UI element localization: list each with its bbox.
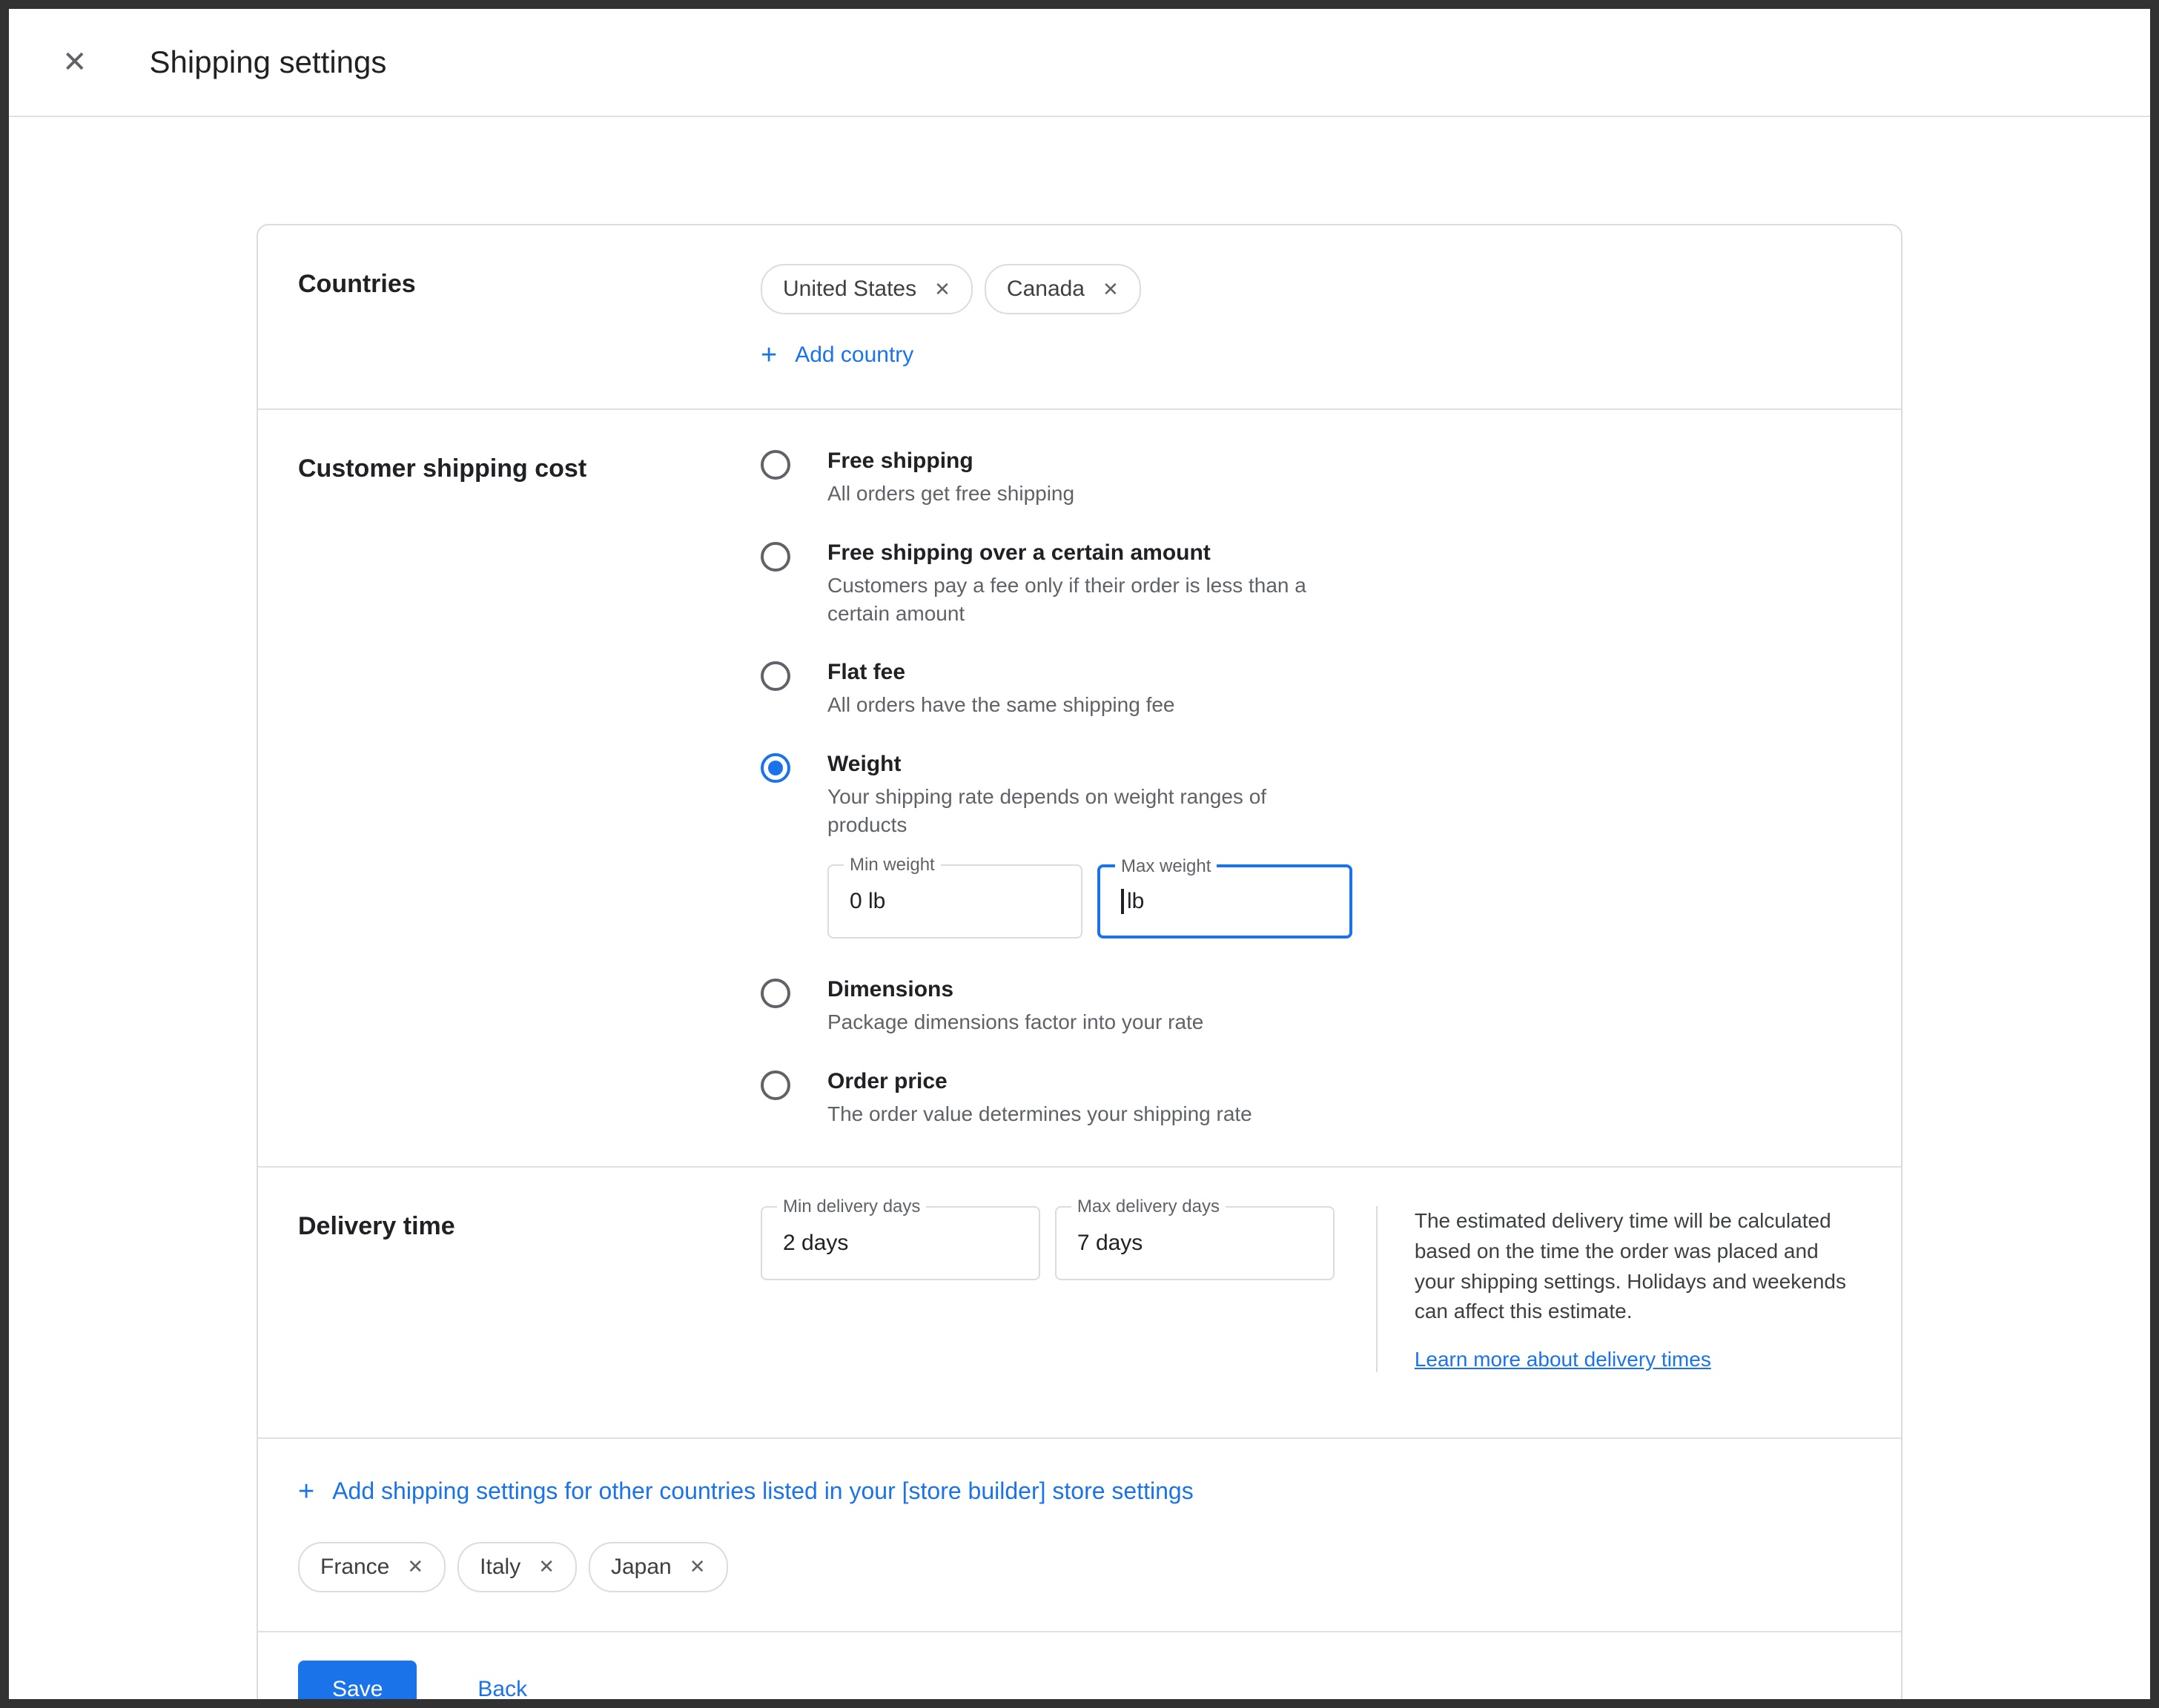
radio-icon[interactable] xyxy=(761,661,790,691)
radio-icon[interactable] xyxy=(761,450,790,480)
close-icon[interactable]: ✕ xyxy=(934,278,950,301)
chip-label: Canada xyxy=(1007,277,1085,302)
plus-icon: + xyxy=(298,1477,314,1506)
min-weight-field[interactable]: Min weight 0 lb xyxy=(827,864,1082,939)
min-delivery-days-label: Min delivery days xyxy=(777,1196,926,1218)
chip-label: Japan xyxy=(611,1555,672,1580)
close-icon[interactable]: ✕ xyxy=(407,1555,423,1578)
back-button[interactable]: Back xyxy=(469,1675,536,1704)
add-other-countries-button[interactable]: + Add shipping settings for other countr… xyxy=(298,1477,1194,1506)
page-title: Shipping settings xyxy=(150,44,387,80)
add-country-label: Add country xyxy=(795,342,913,368)
radio-option-free-shipping[interactable]: Free shipping All orders get free shippi… xyxy=(761,448,1861,508)
plus-icon: + xyxy=(761,341,777,369)
country-chip-france: France ✕ xyxy=(298,1542,446,1592)
shipping-settings-card: Countries United States ✕ Canada ✕ + Add… xyxy=(257,224,1902,1708)
option-title: Flat fee xyxy=(827,660,1175,685)
radio-icon[interactable] xyxy=(761,1070,790,1100)
shipping-cost-section: Customer shipping cost Free shipping All… xyxy=(258,410,1901,1166)
shipping-cost-label: Customer shipping cost xyxy=(298,448,761,1128)
radio-option-order-price[interactable]: Order price The order value determines y… xyxy=(761,1069,1861,1128)
country-chips: United States ✕ Canada ✕ xyxy=(761,264,1861,314)
max-weight-field-label: Max weight xyxy=(1115,855,1217,878)
option-description: All orders have the same shipping fee xyxy=(827,691,1175,719)
close-icon[interactable]: ✕ xyxy=(1102,278,1119,301)
option-title: Free shipping xyxy=(827,448,1074,474)
max-delivery-days-field[interactable]: Max delivery days 7 days xyxy=(1055,1206,1335,1280)
option-description: Customers pay a fee only if their order … xyxy=(827,572,1349,628)
delivery-info-text: The estimated delivery time will be calc… xyxy=(1415,1206,1861,1326)
radio-icon[interactable] xyxy=(761,542,790,572)
country-chip-united-states: United States ✕ xyxy=(761,264,973,314)
chip-label: France xyxy=(320,1555,389,1580)
weight-fields: Min weight 0 lb Max weight lb xyxy=(827,864,1352,939)
learn-more-link[interactable]: Learn more about delivery times xyxy=(1415,1348,1711,1371)
radio-option-free-over-amount[interactable]: Free shipping over a certain amount Cust… xyxy=(761,540,1861,628)
text-caret xyxy=(1121,889,1124,914)
option-title: Dimensions xyxy=(827,977,1203,1002)
card-footer: Save Back xyxy=(258,1632,1901,1708)
delivery-time-section: Delivery time Min delivery days 2 days M… xyxy=(258,1168,1901,1437)
window: ✕ Shipping settings Countries United Sta… xyxy=(0,0,2159,1708)
close-icon[interactable]: ✕ xyxy=(538,1555,555,1578)
close-button[interactable]: ✕ xyxy=(56,42,93,83)
max-weight-field-value: lb xyxy=(1127,889,1144,914)
min-delivery-days-value: 2 days xyxy=(783,1231,848,1256)
country-chip-italy: Italy ✕ xyxy=(457,1542,577,1592)
max-weight-field[interactable]: Max weight lb xyxy=(1097,864,1352,939)
max-delivery-days-value: 7 days xyxy=(1077,1231,1143,1256)
radio-option-dimensions[interactable]: Dimensions Package dimensions factor int… xyxy=(761,977,1861,1036)
option-description: Your shipping rate depends on weight ran… xyxy=(827,783,1349,839)
min-weight-field-value: 0 lb xyxy=(850,889,885,914)
delivery-info-panel: The estimated delivery time will be calc… xyxy=(1376,1206,1861,1371)
add-country-button[interactable]: + Add country xyxy=(761,341,913,369)
option-title: Free shipping over a certain amount xyxy=(827,540,1349,566)
radio-icon-selected[interactable] xyxy=(761,753,790,783)
add-other-countries-label: Add shipping settings for other countrie… xyxy=(332,1477,1194,1505)
countries-label: Countries xyxy=(298,264,761,370)
close-icon[interactable]: ✕ xyxy=(690,1555,706,1578)
countries-section: Countries United States ✕ Canada ✕ + Add… xyxy=(258,225,1901,408)
option-description: The order value determines your shipping… xyxy=(827,1100,1252,1128)
radio-option-flat-fee[interactable]: Flat fee All orders have the same shippi… xyxy=(761,660,1861,719)
min-weight-field-label: Min weight xyxy=(844,854,941,876)
countries-content: United States ✕ Canada ✕ + Add country xyxy=(761,264,1861,370)
country-chip-japan: Japan ✕ xyxy=(589,1542,728,1592)
option-description: Package dimensions factor into your rate xyxy=(827,1008,1203,1036)
radio-option-weight[interactable]: Weight Your shipping rate depends on wei… xyxy=(761,752,1861,944)
country-chip-canada: Canada ✕ xyxy=(985,264,1141,314)
option-description: All orders get free shipping xyxy=(827,480,1074,508)
max-delivery-days-label: Max delivery days xyxy=(1071,1196,1226,1218)
option-title: Order price xyxy=(827,1069,1252,1094)
chip-label: Italy xyxy=(480,1555,520,1580)
close-icon: ✕ xyxy=(62,46,87,79)
min-delivery-days-field[interactable]: Min delivery days 2 days xyxy=(761,1206,1040,1280)
other-country-chips: France ✕ Italy ✕ Japan ✕ xyxy=(298,1542,1861,1592)
radio-icon[interactable] xyxy=(761,979,790,1008)
other-countries-section: + Add shipping settings for other countr… xyxy=(258,1439,1901,1631)
chip-label: United States xyxy=(783,277,916,302)
delivery-time-label: Delivery time xyxy=(298,1206,761,1371)
delivery-time-content: Min delivery days 2 days Max delivery da… xyxy=(761,1206,1861,1371)
save-button[interactable]: Save xyxy=(298,1661,417,1708)
header: ✕ Shipping settings xyxy=(9,9,2150,117)
option-title: Weight xyxy=(827,752,1352,777)
shipping-cost-options: Free shipping All orders get free shippi… xyxy=(761,448,1861,1128)
